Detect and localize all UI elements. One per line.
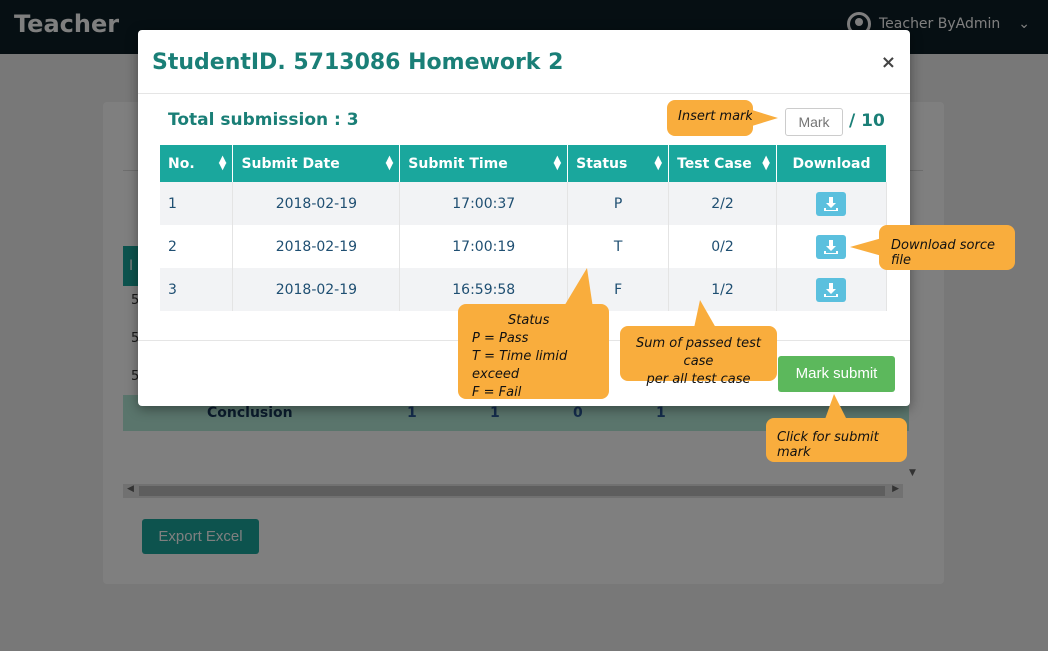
cell-download xyxy=(776,268,888,311)
cell-submit-date: 2018-02-19 xyxy=(232,182,401,225)
download-button[interactable] xyxy=(816,234,847,259)
cell-no: 2 xyxy=(160,225,234,268)
column-header-download: Download xyxy=(776,145,888,182)
download-icon xyxy=(824,282,839,297)
sort-icon[interactable]: ▲ ▼ xyxy=(386,155,394,172)
callout-text: Insert mark xyxy=(678,109,753,124)
cell-status: T xyxy=(567,225,670,268)
mark-max: / 10 xyxy=(849,111,885,131)
download-icon xyxy=(824,196,839,211)
cell-download xyxy=(776,182,888,225)
callout-pointer xyxy=(850,238,882,256)
cell-no: 3 xyxy=(160,268,234,311)
sort-icon[interactable]: ▲ ▼ xyxy=(219,155,227,172)
table-row: 2 2018-02-19 17:00:19 T 0/2 xyxy=(160,225,888,268)
callout-text: F = Fail xyxy=(472,385,522,400)
download-icon xyxy=(824,239,839,254)
modal-title: StudentID. 5713086 Homework 2 xyxy=(152,50,564,75)
cell-status: P xyxy=(567,182,670,225)
callout-insert-mark: Insert mark xyxy=(667,100,753,136)
callout-test-case: Sum of passed test case per all test cas… xyxy=(620,326,777,387)
cell-submit-date: 2018-02-19 xyxy=(232,225,401,268)
table-header-row: No. ▲ ▼ Submit Date ▲ ▼ Submit Time ▲ ▼ Status… xyxy=(160,145,888,182)
mark-submit-button[interactable]: Mark submit xyxy=(778,356,895,392)
callout-submit: Click for submit mark xyxy=(766,418,907,462)
callout-text: T = Time limid exceed xyxy=(472,349,568,382)
callout-text: Sum of passed test case xyxy=(635,336,762,369)
cell-no: 1 xyxy=(160,182,234,225)
callout-text: Click for submit mark xyxy=(777,430,879,460)
callout-status: Status P = Pass T = Time limid exceed F … xyxy=(458,304,609,400)
divider xyxy=(138,93,910,94)
total-submission: Total submission : 3 xyxy=(168,110,359,130)
submission-table: No. ▲ ▼ Submit Date ▲ ▼ Submit Time ▲ ▼ Status… xyxy=(160,145,888,311)
sort-icon[interactable]: ▲ ▼ xyxy=(762,155,770,172)
column-header-status[interactable]: Status ▲ ▼ xyxy=(567,145,670,182)
cell-submit-time: 17:00:19 xyxy=(399,225,569,268)
cell-test-case: 1/2 xyxy=(668,268,777,311)
callout-pointer xyxy=(752,110,778,126)
column-header-submit-time[interactable]: Submit Time ▲ ▼ xyxy=(399,145,569,182)
sort-icon[interactable]: ▲ ▼ xyxy=(654,155,662,172)
download-button[interactable] xyxy=(816,277,847,302)
column-header-no[interactable]: No. ▲ ▼ xyxy=(160,145,234,182)
column-header-test-case[interactable]: Test Case ▲ ▼ xyxy=(668,145,777,182)
sort-icon[interactable]: ▲ ▼ xyxy=(553,155,561,172)
callout-text: P = Pass xyxy=(472,331,529,346)
cell-submit-date: 2018-02-19 xyxy=(232,268,401,311)
cell-submit-time: 17:00:37 xyxy=(399,182,569,225)
callout-text: per all test case xyxy=(646,372,751,387)
callout-text: Status xyxy=(508,313,550,328)
cell-test-case: 0/2 xyxy=(668,225,777,268)
cell-test-case: 2/2 xyxy=(668,182,777,225)
table-row: 1 2018-02-19 17:00:37 P 2/2 xyxy=(160,182,888,225)
column-header-submit-date[interactable]: Submit Date ▲ ▼ xyxy=(232,145,401,182)
callout-text: Download sorce file xyxy=(891,238,995,268)
close-icon[interactable]: × xyxy=(881,52,896,73)
mark-input[interactable] xyxy=(785,108,843,136)
callout-download: Download sorce file xyxy=(879,225,1015,270)
download-button[interactable] xyxy=(816,191,847,216)
